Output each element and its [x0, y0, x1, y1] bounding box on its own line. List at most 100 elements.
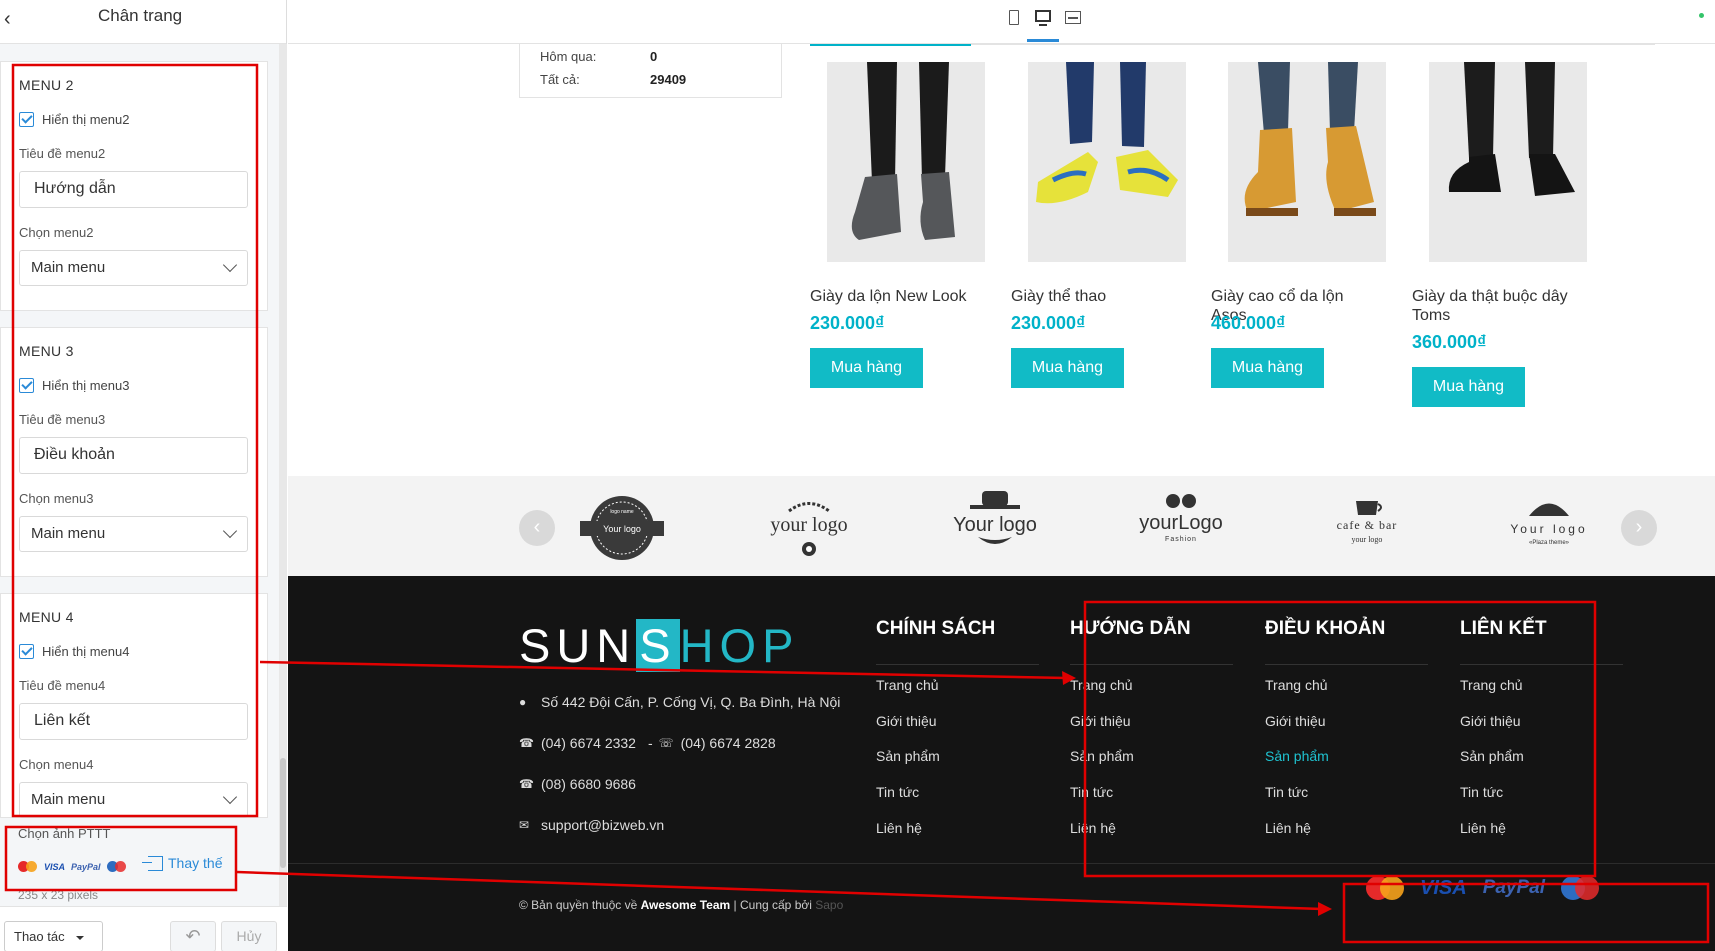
footer-link[interactable]: Sản phẩm: [876, 748, 940, 764]
footer-link[interactable]: Liên hệ: [1070, 820, 1116, 836]
visa-mini: VISA: [44, 861, 66, 872]
tablet-icon[interactable]: [1004, 9, 1024, 29]
menu4-title-label: Tiêu đề menu4: [19, 678, 106, 693]
menu4-select-value: Main menu: [31, 791, 106, 808]
chevron-down-icon: [222, 523, 238, 539]
contact-phone: ☎ (04) 6674 2332 - ☏ (04) 6674 2828: [519, 735, 776, 751]
payment-image-label: Chọn ảnh PTTT: [18, 826, 111, 841]
brand-logo[interactable]: Your logo logo name: [567, 491, 677, 566]
provider-link[interactable]: Sapo: [815, 898, 843, 912]
footer-link[interactable]: Tin tức: [1460, 784, 1503, 800]
product-image[interactable]: [827, 62, 985, 262]
menu2-choose-label: Chọn menu2: [19, 225, 94, 240]
copyright-owner: Awesome Team: [640, 898, 731, 912]
footer-link[interactable]: Trang chủ: [876, 677, 939, 693]
footer-link[interactable]: Tin tức: [1265, 784, 1308, 800]
footer-link[interactable]: Tin tức: [1070, 784, 1113, 800]
footer-link[interactable]: Sản phẩm: [1460, 748, 1524, 764]
buy-button[interactable]: Mua hàng: [1211, 348, 1324, 388]
footer-link[interactable]: Liên hệ: [1265, 820, 1311, 836]
checkbox-icon[interactable]: [19, 644, 34, 659]
product-price: 230.000₫: [810, 313, 885, 333]
undo-button[interactable]: ↶: [170, 921, 216, 951]
menu2-title-input[interactable]: Hướng dẫn: [19, 171, 248, 208]
footer-link[interactable]: Trang chủ: [1460, 677, 1523, 693]
product-image[interactable]: [1028, 62, 1186, 262]
phone-text: (04) 6674 2332: [541, 735, 636, 751]
menu3-title-input[interactable]: Điều khoản: [19, 437, 248, 474]
footer-link[interactable]: Giới thiệu: [876, 713, 937, 729]
footer-divider: [288, 863, 1715, 864]
mastercard-icon: [1366, 876, 1404, 900]
product-name[interactable]: Giày da thật buộc dây Toms: [1412, 287, 1582, 325]
footer-link[interactable]: Giới thiệu: [1265, 713, 1326, 729]
footer-link[interactable]: Liên hệ: [1460, 820, 1506, 836]
product-name[interactable]: Giày thể thao: [1011, 287, 1181, 306]
carousel-next-button[interactable]: ›: [1621, 510, 1657, 546]
footer-link[interactable]: Giới thiệu: [1070, 713, 1131, 729]
brand-logo[interactable]: Your logo «Plaza theme»: [1494, 491, 1604, 566]
replace-image-button[interactable]: Thay thế: [142, 855, 222, 871]
panel-scrollbar[interactable]: [279, 44, 287, 906]
desktop-icon[interactable]: [1033, 9, 1053, 29]
actions-dropdown[interactable]: Thao tác: [4, 921, 103, 951]
image-size-hint: 235 x 23 pixels: [18, 888, 99, 902]
scrollbar-thumb[interactable]: [280, 758, 286, 868]
panel-footer: Thao tác ↶ Hủy: [0, 906, 287, 951]
menu3-select-value: Main menu: [31, 525, 106, 542]
product-name[interactable]: Giày da lộn New Look: [810, 287, 980, 306]
footer-link-hover[interactable]: Sản phẩm: [1265, 748, 1329, 764]
menu2-title-label: Tiêu đề menu2: [19, 146, 106, 161]
copyright: © Bản quyền thuộc về Awesome Team | Cung…: [519, 898, 843, 912]
footer-link[interactable]: Trang chủ: [1070, 677, 1133, 693]
show-menu2-checkbox[interactable]: Hiển thị menu2: [19, 112, 129, 127]
paypal-mini: PayPal: [71, 861, 101, 872]
buy-button[interactable]: Mua hàng: [1412, 367, 1525, 407]
fullwidth-icon[interactable]: [1063, 9, 1083, 29]
product-image[interactable]: [1429, 62, 1587, 262]
checkbox-icon[interactable]: [19, 112, 34, 127]
column-divider: [876, 664, 1039, 665]
back-arrow-icon[interactable]: ‹: [4, 9, 24, 29]
menu4-select[interactable]: Main menu: [19, 782, 248, 818]
chevron-down-icon: [222, 257, 238, 273]
hotline-text: (08) 6680 9686: [541, 776, 636, 792]
menu3-select[interactable]: Main menu: [19, 516, 248, 552]
menu2-select[interactable]: Main menu: [19, 250, 248, 286]
brand-logo[interactable]: your logo: [754, 491, 864, 566]
contact-hotline: ☎ (08) 6680 9686: [519, 776, 636, 792]
product-image[interactable]: [1228, 62, 1386, 262]
payment-image-preview: VISA PayPal: [18, 861, 127, 872]
menu2-card: MENU 2 Hiển thị menu2 Tiêu đề menu2 Hướn…: [0, 61, 268, 311]
email-icon: ✉: [519, 818, 530, 832]
carousel-prev-button[interactable]: ‹: [519, 510, 555, 546]
buy-button[interactable]: Mua hàng: [810, 348, 923, 388]
buy-button[interactable]: Mua hàng: [1011, 348, 1124, 388]
tab-active-indicator: [810, 44, 971, 46]
brand-logo-text: your logo: [770, 514, 847, 536]
sunshop-logo[interactable]: SUNSHOP: [519, 618, 799, 673]
brand-logo-text: Your logo: [603, 524, 641, 534]
brand-carousel: ‹ Your logo logo name your logo Your log…: [288, 476, 1715, 576]
show-menu3-checkbox[interactable]: Hiển thị menu3: [19, 378, 129, 393]
fax-text: (04) 6674 2828: [680, 735, 776, 751]
fax-icon: ☏: [658, 736, 674, 750]
menu3-choose-label: Chọn menu3: [19, 491, 94, 506]
preview-toolbar: [288, 0, 1715, 44]
footer-link[interactable]: Tin tức: [876, 784, 919, 800]
footer-link[interactable]: Trang chủ: [1265, 677, 1328, 693]
checkbox-icon[interactable]: [19, 378, 34, 393]
show-menu4-checkbox[interactable]: Hiển thị menu4: [19, 644, 129, 659]
footer-link[interactable]: Liên hệ: [876, 820, 922, 836]
menu4-title-input[interactable]: Liên kết: [19, 703, 248, 740]
brand-logo[interactable]: cafe & bar your logo: [1312, 491, 1422, 566]
footer-link[interactable]: Giới thiệu: [1460, 713, 1521, 729]
menu4-heading: MENU 4: [19, 609, 74, 625]
cancel-button[interactable]: Hủy: [221, 921, 277, 951]
brand-logo[interactable]: Your logo: [940, 491, 1050, 566]
product-price: 360.000₫: [1412, 332, 1487, 352]
footer-link[interactable]: Sản phẩm: [1070, 748, 1134, 764]
email-text[interactable]: support@bizweb.vn: [541, 817, 664, 833]
phone-icon: ☎: [519, 777, 534, 791]
brand-logo[interactable]: yourLogo Fashion: [1126, 491, 1236, 566]
